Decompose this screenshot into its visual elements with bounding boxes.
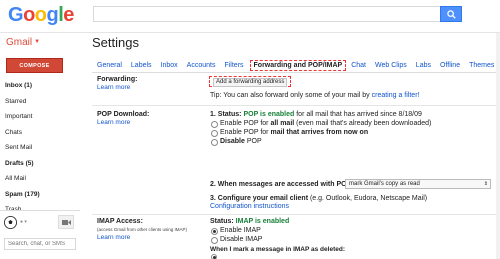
tab-accounts[interactable]: Accounts <box>187 62 216 69</box>
gmail-menu[interactable]: Gmail ▼ <box>6 37 40 48</box>
top-bar: Google <box>0 0 500 33</box>
pop-access-label: 2. When messages are accessed with POP <box>210 181 352 188</box>
tab-labels[interactable]: Labels <box>131 62 152 69</box>
disable-imap-option: Disable IMAP <box>220 236 263 243</box>
divider <box>92 105 500 106</box>
pop-disable-option: Disable POP <box>220 138 262 145</box>
sidebar-item-starred[interactable]: Starred <box>0 94 80 110</box>
forwarding-label: Forwarding: <box>97 76 138 83</box>
sidebar-nav: Inbox (1) Starred Important Chats Sent M… <box>0 78 80 218</box>
pop-all-mail-option: Enable POP for all mail (even mail that'… <box>220 120 432 127</box>
tab-filters[interactable]: Filters <box>224 62 243 69</box>
compose-button[interactable]: COMPOSE <box>6 58 63 73</box>
configuration-instructions-link[interactable]: Configuration instructions <box>210 203 289 210</box>
forwarding-learn-more-link[interactable]: Learn more <box>97 84 130 91</box>
disable-imap-radio[interactable] <box>211 237 218 244</box>
sidebar-item-spam[interactable]: Spam (179) <box>0 187 80 203</box>
forwarding-tip: Tip: You can also forward only some of y… <box>210 92 420 99</box>
auto-expunge-on-radio[interactable] <box>211 254 217 259</box>
google-logo[interactable]: Google <box>8 4 74 27</box>
enable-imap-option: Enable IMAP <box>220 227 261 234</box>
tab-offline[interactable]: Offline <box>440 62 460 69</box>
tab-chat[interactable]: Chat <box>351 62 366 69</box>
create-filter-link[interactable]: creating a filter! <box>372 92 420 99</box>
search-button[interactable] <box>440 6 462 22</box>
pop-from-now-radio[interactable] <box>211 130 218 137</box>
pop-learn-more-link[interactable]: Learn more <box>97 119 130 126</box>
pop-access-select[interactable]: mark Gmail's copy as read ⇕ <box>345 179 491 189</box>
select-arrow-icon: ⇕ <box>483 181 488 187</box>
imap-note: (access Gmail from other clients using I… <box>97 227 188 232</box>
hangouts-panel: ● ▾ <box>0 210 80 259</box>
imap-access-label: IMAP Access: <box>97 218 143 225</box>
sidebar-item-sent[interactable]: Sent Mail <box>0 140 80 156</box>
status-dropdown-icon[interactable]: ● ▾ <box>20 219 27 225</box>
pop-download-label: POP Download: <box>97 111 150 118</box>
tab-divider <box>92 72 500 73</box>
settings-tabs: General Labels Inbox Accounts Filters Fo… <box>97 59 500 71</box>
imap-delete-label: When I mark a message in IMAP as deleted… <box>210 246 345 253</box>
add-forwarding-address-button[interactable]: Add a forwarding address <box>209 76 292 87</box>
divider <box>92 214 500 215</box>
sidebar-item-important[interactable]: Important <box>0 109 80 125</box>
caret-down-icon: ▼ <box>34 39 41 46</box>
pop-from-now-option: Enable POP for mail that arrives from no… <box>220 129 369 136</box>
tab-inbox[interactable]: Inbox <box>161 62 178 69</box>
sidebar-item-chats[interactable]: Chats <box>0 125 80 141</box>
pop-all-mail-radio[interactable] <box>211 121 218 128</box>
tab-web-clips[interactable]: Web Clips <box>375 62 407 69</box>
pop-configure-label: 3. Configure your email client (e.g. Out… <box>210 195 428 202</box>
search-input[interactable] <box>93 6 440 22</box>
sidebar-item-inbox[interactable]: Inbox (1) <box>0 78 80 94</box>
tab-forwarding-pop-imap[interactable]: Forwarding and POP/IMAP <box>249 59 347 71</box>
avatar[interactable] <box>4 216 17 229</box>
sidebar-item-all-mail[interactable]: All Mail <box>0 171 80 187</box>
tab-general[interactable]: General <box>97 62 122 69</box>
sidebar-item-drafts[interactable]: Drafts (5) <box>0 156 80 172</box>
imap-learn-more-link[interactable]: Learn more <box>97 234 130 241</box>
search-icon <box>446 9 456 19</box>
pop-disable-radio[interactable] <box>211 139 218 146</box>
enable-imap-radio[interactable] <box>211 228 218 235</box>
scrollbar[interactable] <box>496 33 500 259</box>
imap-status: Status: IMAP is enabled <box>210 218 290 225</box>
hangout-search-input[interactable] <box>4 238 76 250</box>
tab-themes[interactable]: Themes <box>469 62 494 69</box>
soccer-ball-icon <box>4 216 17 229</box>
page-title: Settings <box>92 35 139 50</box>
video-call-icon[interactable] <box>58 215 74 229</box>
tab-labs[interactable]: Labs <box>416 62 431 69</box>
pop-status: 1. Status: POP is enabled for all mail t… <box>210 111 422 118</box>
